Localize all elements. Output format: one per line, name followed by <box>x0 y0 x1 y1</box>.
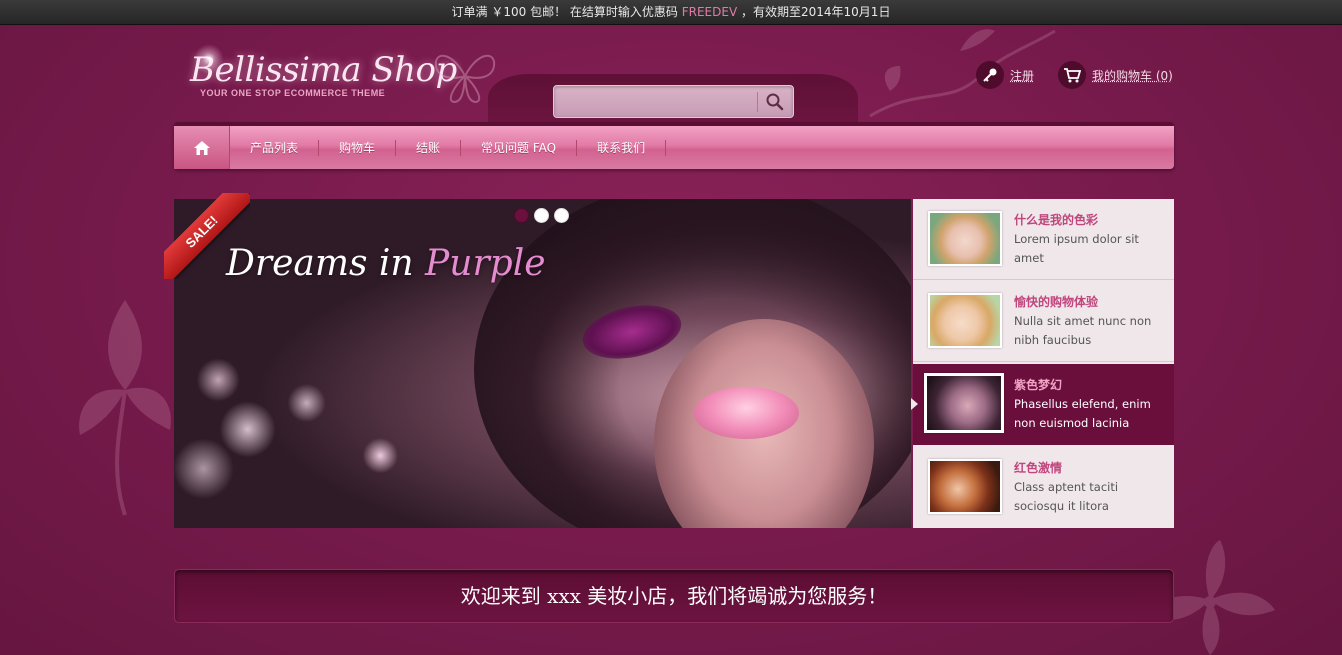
promo-bar: 订单满 ￥100 包邮！ 在结算时输入优惠码 FREEDEV ，有效期至2014… <box>0 0 1342 25</box>
search-divider <box>757 92 758 112</box>
slide-headline-part2: Purple <box>425 243 546 284</box>
search-input[interactable] <box>558 90 754 113</box>
thumbnail-image <box>928 293 1002 348</box>
key-icon <box>976 61 1004 89</box>
hero-slider[interactable]: Dreams in Purple <box>174 199 911 528</box>
thumbnail-image <box>928 211 1002 266</box>
my-cart-link[interactable]: 我的购物车 (0) <box>1058 60 1173 90</box>
promo-code: FREEDEV <box>681 5 738 19</box>
sale-badge-label: SALE! <box>164 193 250 279</box>
shopping-cart-icon <box>1058 61 1086 89</box>
my-cart-label: 我的购物车 (0) <box>1092 68 1173 83</box>
promo-text-after: ，有效期至2014年10月1日 <box>741 5 891 19</box>
main-navigation: 产品列表 购物车 结账 常见问题 FAQ 联系我们 <box>174 122 1174 169</box>
thumbnail-desc: Phasellus elefend, enim non euismod laci… <box>1014 397 1151 430</box>
slide-image-lips <box>694 387 799 439</box>
thumbnail-desc: Nulla sit amet nunc non nibh faucibus <box>1014 314 1152 347</box>
thumbnail-desc: Lorem ipsum dolor sit amet <box>1014 232 1139 265</box>
flower-decoration-left-icon <box>79 300 171 516</box>
logo-title: Bellissima Shop <box>190 50 457 90</box>
slider-dot-2[interactable] <box>534 208 549 223</box>
nav-home-button[interactable] <box>174 126 230 169</box>
nav-item-checkout[interactable]: 结账 <box>396 139 462 156</box>
thumbnail-title: 红色激情 <box>1014 461 1063 475</box>
register-label: 注册 <box>1010 68 1035 83</box>
thumbnail-title: 愉快的购物体验 <box>1014 295 1099 309</box>
sparkle-icon <box>194 44 224 74</box>
search-button[interactable] <box>761 90 789 114</box>
thumbnail-title: 什么是我的色彩 <box>1014 213 1099 227</box>
thumbnail-item[interactable]: 什么是我的色彩 Lorem ipsum dolor sit amet <box>913 199 1174 280</box>
thumbnail-item[interactable]: 愉快的购物体验 Nulla sit amet nunc non nibh fau… <box>913 281 1174 362</box>
thumbnail-image <box>928 459 1002 514</box>
thumbnail-item-active[interactable]: 紫色梦幻 Phasellus elefend, enim non euismod… <box>911 364 1174 445</box>
slider-dot-3[interactable] <box>554 208 569 223</box>
search-icon <box>766 93 784 111</box>
promo-text-before: 订单满 ￥100 包邮！ 在结算时输入优惠码 <box>451 5 678 19</box>
welcome-banner: 欢迎来到 xxx 美妆小店，我们将竭诚为您服务！ <box>174 569 1174 623</box>
sale-ribbon: SALE! <box>164 193 250 279</box>
nav-item-products[interactable]: 产品列表 <box>230 139 320 156</box>
nav-item-contact[interactable]: 联系我们 <box>577 139 667 156</box>
slide-headline: Dreams in Purple <box>226 243 546 284</box>
site-logo[interactable]: Bellissima Shop YOUR ONE STOP ECOMMERCE … <box>190 44 457 120</box>
register-link[interactable]: 注册 <box>976 60 1034 90</box>
nav-item-cart[interactable]: 购物车 <box>319 139 397 156</box>
slider-dot-1[interactable] <box>514 208 529 223</box>
nav-item-faq[interactable]: 常见问题 FAQ <box>461 139 578 156</box>
slider-pagination <box>514 208 569 223</box>
thumbnail-desc: Class aptent taciti sociosqu it litora <box>1014 480 1119 513</box>
thumbnail-title: 紫色梦幻 <box>1014 378 1063 392</box>
search-box <box>553 85 794 118</box>
thumbnail-image <box>924 373 1004 433</box>
home-icon <box>193 140 210 155</box>
slider-thumbnails: 什么是我的色彩 Lorem ipsum dolor sit amet 愉快的购物… <box>911 199 1174 528</box>
thumbnail-item[interactable]: 红色激情 Class aptent taciti sociosqu it lit… <box>913 447 1174 528</box>
slide-headline-part1: Dreams in <box>226 243 426 284</box>
